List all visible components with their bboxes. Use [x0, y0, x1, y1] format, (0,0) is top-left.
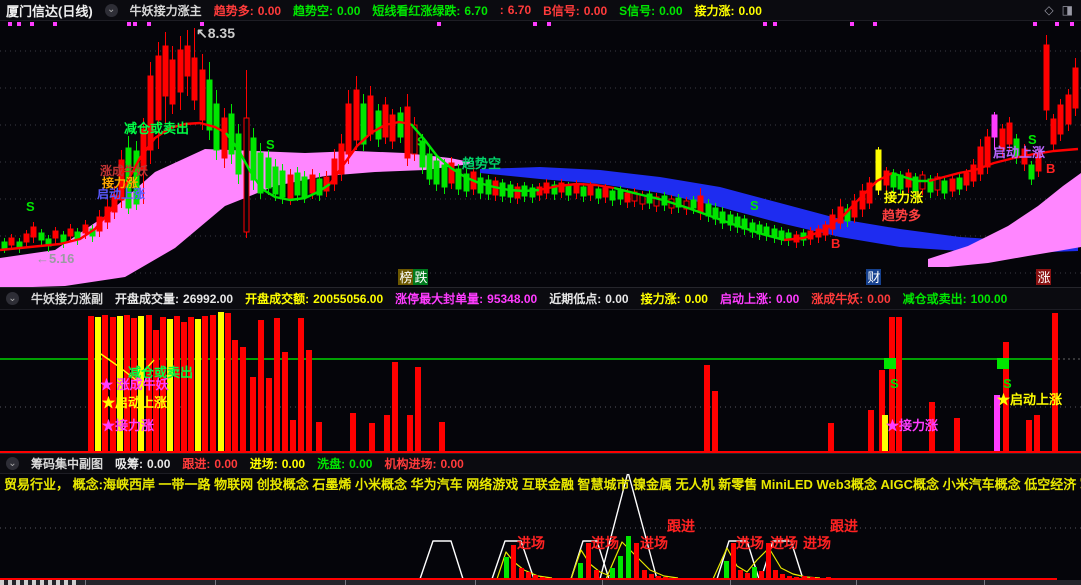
svg-text:★启动上涨: ★启动上涨 [997, 392, 1062, 407]
svg-text:趋势多: 趋势多 [882, 208, 921, 223]
indicator-item-recent-low: 近期低点: 0.00 [549, 292, 629, 306]
svg-text:S: S [266, 137, 275, 152]
svg-text:进场: 进场 [640, 535, 668, 551]
svg-text:进场: 进场 [803, 535, 831, 551]
svg-text:S: S [26, 199, 35, 214]
svg-text:进场: 进场 [736, 535, 764, 551]
axis-tick [856, 580, 857, 585]
svg-text:←5.16: ←5.16 [36, 251, 74, 266]
svg-text:S: S [890, 376, 899, 391]
collapse-icon[interactable]: ⌄ [6, 457, 19, 470]
volume-indicator-bar: ⌄ 牛妖接力涨副 开盘成交量: 26992.00 开盘成交额: 20055056.0… [0, 287, 1081, 310]
axis-tick [475, 580, 476, 585]
axis-tick [215, 580, 216, 585]
svg-text:减仓或卖出: 减仓或卖出 [124, 121, 189, 136]
indicator-item-open-amount: 开盘成交额: 20055056.00 [245, 292, 384, 306]
indicator-item-shortline: 短线看红涨绿跌: 6.70 [372, 3, 488, 18]
concept-tags[interactable]: 贸易行业， 概念:海峡西岸 一带一路 物联网 创投概念 石墨烯 小米概念 华为汽… [4, 474, 1081, 493]
indicator-item-reduce-sell: 减仓或卖出: 100.00 [902, 292, 1008, 306]
indicator-item-launch: 启动上涨: 0.00 [719, 292, 800, 306]
panel-layout-icon[interactable]: ◨ [1062, 3, 1073, 17]
indicator-name[interactable]: 牛妖接力涨副 [31, 290, 103, 307]
svg-text:B: B [831, 236, 840, 251]
axis-tick [85, 580, 86, 585]
svg-text:启动上涨: 启动上涨 [97, 186, 145, 201]
svg-text:进场: 进场 [517, 535, 545, 551]
svg-text:趋势空: 趋势空 [462, 156, 501, 171]
svg-text:跌: 跌 [415, 270, 428, 285]
svg-text:跟进: 跟进 [667, 518, 695, 534]
indicator-item-limit-seal: 涨停最大封单量: 95348.00 [395, 292, 538, 306]
indicator-item-s-signal: S信号: 0.00 [619, 3, 683, 18]
axis-tick [730, 580, 731, 585]
svg-text:榜: 榜 [400, 270, 413, 285]
indicator-item-b-signal: B信号: 0.00 [543, 3, 608, 18]
scrollbar-thumb[interactable] [0, 580, 80, 585]
axis-tick [602, 580, 603, 585]
svg-text:跟进: 跟进 [830, 518, 858, 534]
chips-indicator-bar: ⌄ 筹码集中副图 吸筹: 0.00 跟进: 0.00 进场: 0.00 洗盘: 0.00… [0, 453, 1081, 474]
collapse-icon[interactable]: ⌄ [104, 3, 118, 17]
indicator-item-trend-long: 趋势多: 0.00 [213, 3, 282, 18]
axis-tick [984, 580, 985, 585]
diamond-icon[interactable]: ◇ [1044, 3, 1053, 17]
main-indicator-bar: 厦门信达(日线) ⌄ 牛妖接力涨主 趋势多: 0.00 趋势空: 0.00 短线看红… [0, 0, 1081, 21]
svg-text:S: S [417, 134, 426, 149]
svg-text:★接力涨: ★接力涨 [886, 418, 938, 433]
svg-text:启动上涨: 启动上涨 [993, 145, 1045, 160]
svg-text:★启动上涨: ★启动上涨 [102, 395, 167, 410]
trading-terminal: S S S S S B B ↖8.35 ←5.16 减仓或卖出 涨成牛妖 接力涨 启动上涨 趋势空 接力涨趋… [0, 0, 1081, 585]
window-controls: ◇ ◨ [1044, 3, 1073, 17]
stock-title: 厦门信达(日线) [6, 3, 93, 19]
indicator-item-enter: 进场: 0.00 [249, 457, 306, 471]
svg-text:财: 财 [868, 270, 881, 285]
svg-text:进场: 进场 [591, 535, 619, 551]
svg-text:★接力涨: ★接力涨 [102, 418, 154, 433]
svg-text:S: S [750, 198, 759, 213]
indicator-item-open-volume: 开盘成交量: 26992.00 [115, 292, 234, 306]
svg-text:B: B [1046, 161, 1055, 176]
volume-signal-panel: S S减仓或卖出★ 涨成牛妖★启动上涨★接力涨 ★接力涨★启动上涨 [0, 312, 1081, 453]
indicator-item-wash: 洗盘: 0.00 [317, 457, 373, 471]
svg-text:接力涨: 接力涨 [884, 190, 923, 205]
main-candlestick-chart: SS SSSBB↖8.35←5.16减仓或卖出涨成牛妖接力涨启动上涨趋势空接力涨趋… [0, 22, 1081, 288]
axis-tick [345, 580, 346, 585]
collapse-icon[interactable]: ⌄ [6, 292, 19, 305]
indicator-name[interactable]: 筹码集中副图 [31, 455, 103, 472]
svg-text:涨: 涨 [1038, 270, 1051, 285]
indicator-item-relay: 接力涨: 0.00 [694, 3, 762, 18]
svg-text:↖8.35: ↖8.35 [196, 25, 235, 41]
indicator-item-follow: 跟进: 0.00 [182, 457, 238, 471]
indicator-item-bull-monster: 涨成牛妖: 0.00 [811, 292, 891, 306]
indicator-item-relay: 接力涨: 0.00 [640, 292, 708, 306]
indicator-name[interactable]: 牛妖接力涨主 [130, 2, 202, 19]
indicator-item-trend-short: 趋势空: 0.00 [293, 3, 361, 18]
indicator-item-institution: 机构进场: 0.00 [384, 457, 464, 471]
svg-text:进场: 进场 [770, 535, 798, 551]
indicator-item-absorb: 吸筹: 0.00 [115, 457, 171, 471]
svg-text:S: S [1003, 376, 1012, 391]
svg-text:★ 涨成牛妖: ★ 涨成牛妖 [100, 377, 169, 392]
horizontal-scrollbar[interactable] [0, 580, 1081, 585]
indicator-item-shortline2: :6.70 [499, 3, 532, 17]
